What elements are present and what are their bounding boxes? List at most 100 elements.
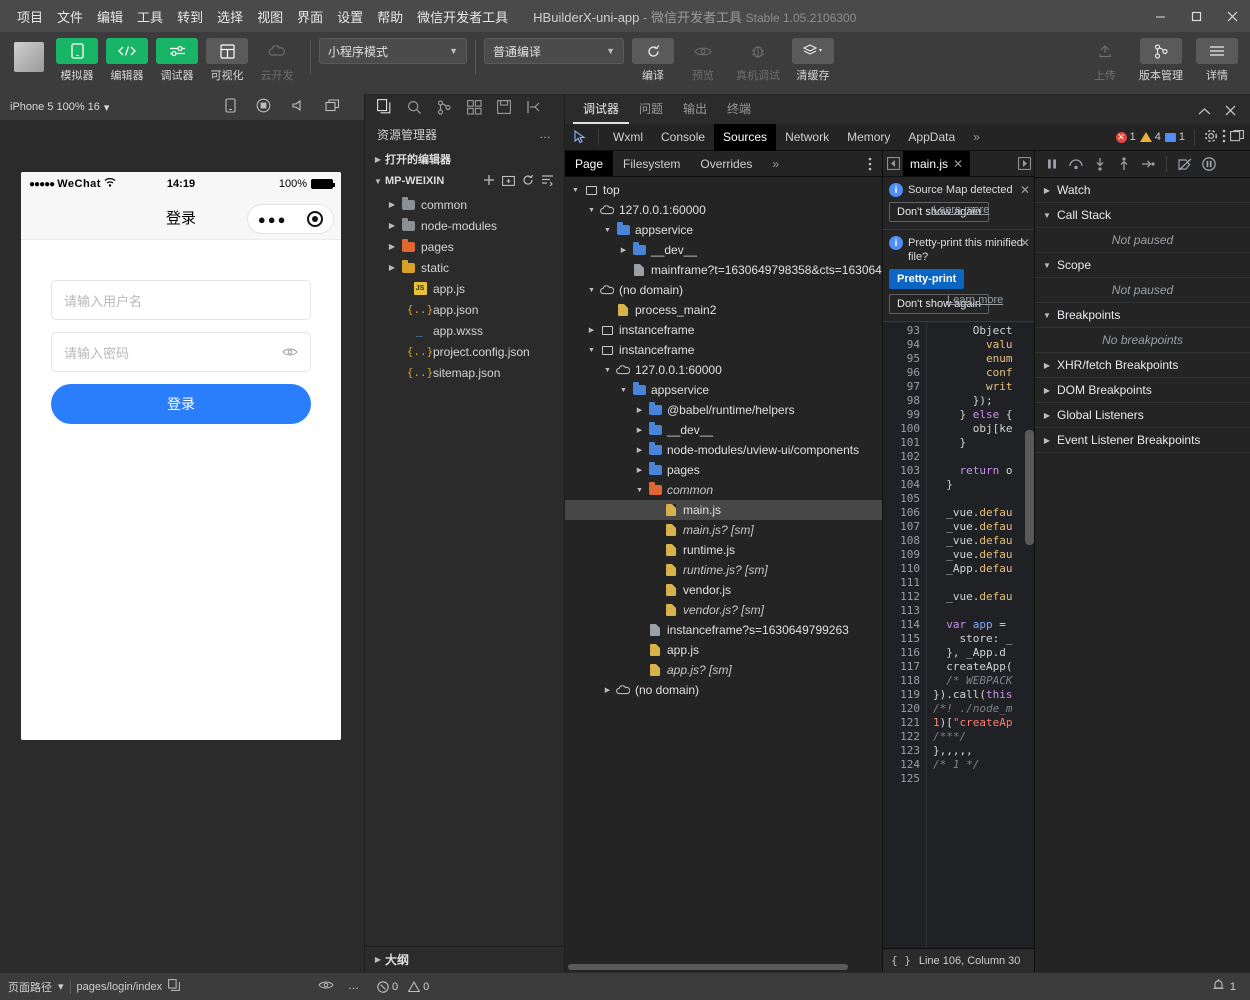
rotate-device-icon[interactable] — [225, 98, 236, 116]
explorer-more-icon[interactable]: … — [539, 127, 552, 141]
learn-more-link[interactable]: Learn more — [933, 204, 989, 216]
toolbar-button-compile[interactable]: 编译 — [630, 38, 676, 83]
code-line[interactable]: writ — [933, 380, 1034, 394]
pause-exceptions-icon[interactable] — [1198, 153, 1220, 175]
explorer-tree-item[interactable]: _ app.wxss — [365, 320, 564, 341]
eye-icon[interactable] — [282, 344, 298, 360]
avatar[interactable] — [14, 42, 44, 72]
code-line[interactable]: /***/ — [933, 730, 1034, 744]
step-over-icon[interactable] — [1065, 153, 1087, 175]
explorer-tree-item[interactable]: JS app.js — [365, 278, 564, 299]
navigator-tree-item[interactable]: runtime.js — [565, 540, 882, 560]
toolbar-button-cloud-dev[interactable]: 云开发 — [254, 38, 300, 83]
toolbar-button-remote-debug[interactable]: 真机调试 — [730, 38, 786, 83]
devtools-tab-overflow[interactable]: » — [964, 124, 989, 151]
pause-icon[interactable] — [1041, 153, 1063, 175]
menu-item-help[interactable]: 帮助 — [370, 3, 410, 30]
chevron-up-icon[interactable] — [1198, 105, 1211, 119]
toolbar-button-clear-cache[interactable]: 清缓存 — [790, 38, 836, 83]
toolbar-button-editor[interactable]: 编辑器 — [104, 38, 150, 83]
toolbar-button-upload[interactable]: 上传 — [1082, 38, 1128, 83]
info-badge[interactable]: 1 — [1164, 131, 1185, 143]
new-file-icon[interactable] — [483, 174, 495, 189]
menu-item-file[interactable]: 文件 — [50, 3, 90, 30]
kebab-icon[interactable] — [858, 151, 882, 176]
menu-item-select[interactable]: 选择 — [210, 3, 250, 30]
record-icon[interactable] — [256, 98, 271, 116]
navigator-tree-item[interactable]: ▼ 127.0.0.1:60000 — [565, 360, 882, 380]
code-line[interactable]: }, _App.d — [933, 646, 1034, 660]
code-line[interactable]: } — [933, 436, 1034, 450]
code-line[interactable]: var app = — [933, 618, 1034, 632]
debugger-section-header[interactable]: ▶ Event Listener Breakpoints — [1035, 428, 1250, 453]
toolbar-button-visual[interactable]: 可视化 — [204, 38, 250, 83]
toolbar-button-debugger[interactable]: 调试器 — [154, 38, 200, 83]
code-line[interactable]: _vue.defau — [933, 534, 1034, 548]
menu-item-wechat-devtools[interactable]: 微信开发者工具 — [410, 3, 515, 30]
code-vertical-scrollbar[interactable] — [1025, 430, 1034, 545]
collapse-icon[interactable] — [519, 95, 549, 119]
copy-icon[interactable] — [168, 979, 181, 994]
navigator-tree-item[interactable]: app.js — [565, 640, 882, 660]
search-icon[interactable] — [399, 95, 429, 119]
navigator-tree-item[interactable]: ▶ pages — [565, 460, 882, 480]
debugger-section-header[interactable]: ▼ Scope — [1035, 253, 1250, 278]
navigator-tree-item[interactable]: ▶ (no domain) — [565, 680, 882, 700]
code-line[interactable]: _App.defau — [933, 562, 1034, 576]
code-line[interactable]: /* 1 */ — [933, 758, 1034, 772]
toolbar-button-version-control[interactable]: 版本管理 — [1132, 38, 1190, 83]
navigator-tab-page[interactable]: Page — [565, 151, 614, 176]
navigator-tree-item[interactable]: app.js? [sm] — [565, 660, 882, 680]
deactivate-breakpoints-icon[interactable] — [1174, 153, 1196, 175]
format-braces-icon[interactable]: { } — [891, 954, 911, 967]
devtools-tab-network[interactable]: Network — [776, 124, 838, 151]
navigator-horizontal-scrollbar[interactable] — [565, 962, 882, 972]
warning-badge[interactable]: 4 — [1139, 131, 1161, 143]
navigator-tab-overflow[interactable]: » — [762, 151, 789, 176]
code-line[interactable] — [933, 576, 1034, 590]
code-editor[interactable]: 93 94 95 96 97 98 99 100 101 102 103 104 105 106 107 10… — [883, 322, 1034, 948]
devtools-tab-sources[interactable]: Sources — [714, 123, 777, 151]
navigator-tree-item[interactable]: mainframe?t=1630649798358&cts=163064979 — [565, 260, 882, 280]
explorer-section-open-editors[interactable]: ▶ 打开的编辑器 — [365, 148, 564, 170]
code-line[interactable]: return o — [933, 464, 1034, 478]
devtools-tab-console[interactable]: Console — [652, 124, 714, 151]
navigator-tree-item[interactable]: ▶ __dev__ — [565, 420, 882, 440]
menu-item-settings[interactable]: 设置 — [330, 3, 370, 30]
code-line[interactable]: 1)["createAp — [933, 716, 1034, 730]
navigator-tree-item[interactable]: ▼ common — [565, 480, 882, 500]
page-path-label[interactable]: 页面路径 — [8, 979, 52, 995]
navigator-tree-item[interactable]: ▼ appservice — [565, 220, 882, 240]
code-line[interactable]: obj[ke — [933, 422, 1034, 436]
eye-icon[interactable] — [318, 980, 334, 993]
debugger-section-header[interactable]: ▶ XHR/fetch Breakpoints — [1035, 353, 1250, 378]
code-line[interactable]: /* WEBPACK — [933, 674, 1034, 688]
login-submit-button[interactable]: 登录 — [51, 384, 311, 424]
code-content[interactable]: Object valu enum conf writ }); } else { … — [927, 322, 1034, 948]
prev-file-icon[interactable] — [883, 151, 903, 176]
inspect-icon[interactable] — [567, 124, 593, 150]
code-line[interactable]: }).call(this — [933, 688, 1034, 702]
code-line[interactable]: Object — [933, 324, 1034, 338]
menu-item-project[interactable]: 项目 — [10, 3, 50, 30]
source-control-icon[interactable] — [429, 95, 459, 119]
navigator-tree-item[interactable]: ▶ @babel/runtime/helpers — [565, 400, 882, 420]
simulator-device-select[interactable]: iPhone 5 100% 16 — [10, 101, 100, 113]
navigator-tree-item[interactable]: ▼ appservice — [565, 380, 882, 400]
new-folder-icon[interactable] — [502, 174, 515, 189]
maximize-button[interactable] — [1178, 0, 1214, 32]
source-tab-mainjs[interactable]: main.js ✕ — [903, 151, 971, 176]
code-line[interactable]: },,,,, — [933, 744, 1034, 758]
capsule-close-icon[interactable] — [307, 211, 324, 227]
panel-tab-terminal[interactable]: 终端 — [717, 96, 761, 124]
explorer-tree-item[interactable]: ▶ pages — [365, 236, 564, 257]
navigator-tree-item[interactable]: ▼ (no domain) — [565, 280, 882, 300]
code-line[interactable] — [933, 604, 1034, 618]
close-icon[interactable]: ✕ — [1020, 183, 1030, 197]
devtools-tab-wxml[interactable]: Wxml — [604, 124, 652, 151]
refresh-icon[interactable] — [522, 174, 534, 189]
debugger-section-header[interactable]: ▼ Breakpoints — [1035, 303, 1250, 328]
close-button[interactable] — [1214, 0, 1250, 32]
code-line[interactable]: createApp( — [933, 660, 1034, 674]
close-icon[interactable]: ✕ — [1020, 236, 1030, 250]
